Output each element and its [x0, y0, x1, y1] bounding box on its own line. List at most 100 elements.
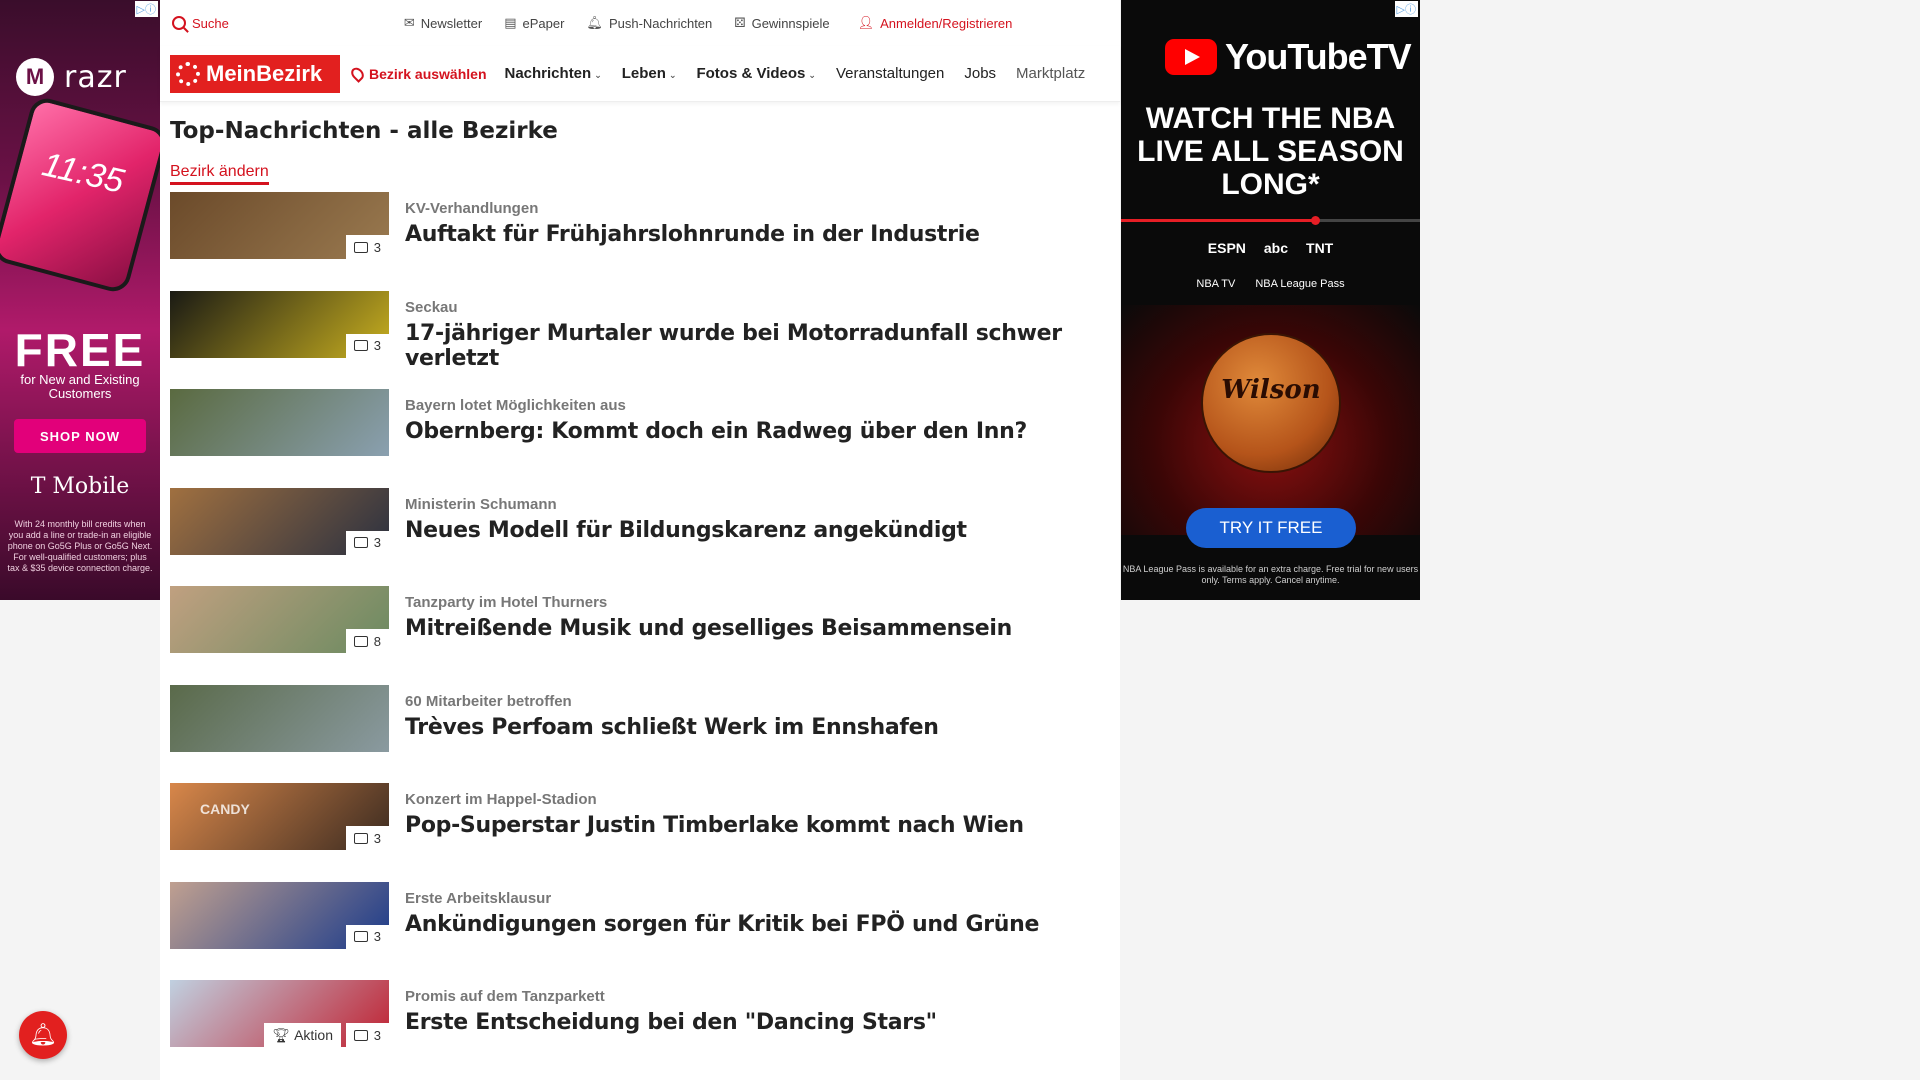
search-icon — [172, 16, 186, 30]
bell-icon: 🔔︎ — [29, 1022, 57, 1047]
photo-count: 3 — [373, 338, 381, 353]
shop-now-button[interactable]: SHOP NOW — [14, 419, 146, 453]
article-item[interactable]: 3 Seckau 17-jähriger Murtaler wurde bei Mo… — [170, 290, 1110, 390]
phone-clock: 11:35 — [38, 145, 128, 201]
ad-free-subtext: for New and Existing Customers — [20, 372, 140, 401]
gewinnspiele-link[interactable]: ⚄ Gewinnspiele — [734, 15, 829, 31]
search-link[interactable]: Suche — [172, 16, 229, 31]
newsletter-label: Newsletter — [420, 15, 483, 31]
nav-item-jobs[interactable]: Jobs — [964, 65, 996, 82]
article-headline[interactable]: Trèves Perfoam schließt Werk im Ennshafe… — [405, 715, 939, 740]
photo-count: 3 — [373, 830, 381, 846]
article-thumbnail[interactable]: 3 — [170, 487, 389, 555]
article-thumbnail[interactable]: 3 — [170, 192, 389, 259]
article-list: 3 KV-Verhandlungen Auftakt für Frühjahrslo… — [170, 192, 1110, 1079]
photo-count-badge: 3 — [345, 235, 389, 259]
gewinnspiele-label: Gewinnspiele — [751, 15, 830, 31]
location-pin-icon — [348, 64, 367, 83]
adchoices-icon[interactable]: ▷ⓘ — [134, 1, 158, 17]
user-icon: 👤︎ — [857, 15, 875, 30]
gallery-icon — [353, 931, 368, 942]
article-item[interactable]: 3 Ministerin Schumann Neues Modell für Bil… — [170, 487, 1110, 587]
gallery-icon — [353, 537, 368, 548]
article-headline[interactable]: Pop-Superstar Justin Timberlake kommt na… — [405, 813, 1024, 838]
newsletter-link[interactable]: ✉ Newsletter — [404, 15, 482, 31]
push-label: Push-Nachrichten — [608, 15, 713, 31]
youtube-tv-text: YouTubeTV — [1225, 36, 1412, 77]
article-kicker: Bayern lotet Möglichkeiten aus — [405, 397, 626, 414]
thumbnail-caption: CANDY — [200, 801, 250, 817]
article-text: Seckau 17-jähriger Murtaler wurde bei Mot… — [405, 291, 1110, 371]
article-headline[interactable]: 17-jähriger Murtaler wurde bei Motorradu… — [405, 321, 1110, 371]
meinbezirk-logo[interactable]: MeinBezirk — [170, 54, 340, 93]
epaper-label: ePaper — [522, 15, 565, 31]
article-thumbnail[interactable]: CANDY 3 — [170, 783, 389, 850]
ball-brand: Wilson — [1221, 375, 1321, 405]
try-it-free-button[interactable]: TRY IT FREE — [1186, 508, 1356, 548]
article-headline[interactable]: Neues Modell für Bildungskarenz angekünd… — [405, 518, 967, 543]
right-advertisement[interactable]: ▷ⓘ YouTubeTV WATCH THE NBA LIVE ALL SEAS… — [1121, 0, 1420, 600]
youtube-tv-logo: YouTubeTV — [1165, 36, 1412, 78]
nav-item-marktplatz[interactable]: Marktplatz — [1016, 65, 1085, 82]
article-text: Ministerin Schumann Neues Modell für Bild… — [405, 488, 967, 543]
aktion-badge: 🏆︎ Aktion — [264, 1023, 341, 1047]
login-link[interactable]: 👤︎ Anmelden/Registrieren — [858, 15, 1013, 31]
article-headline[interactable]: Ankündigungen sorgen für Kritik bei FPÖ … — [405, 912, 1039, 937]
notification-bell-button[interactable]: 🔔︎ — [19, 1011, 67, 1059]
epaper-link[interactable]: ▤ ePaper — [504, 15, 564, 31]
article-text: Bayern lotet Möglichkeiten aus Obernberg:… — [405, 389, 1027, 444]
article-item[interactable]: 8 Tanzparty im Hotel Thurners Mitreißende … — [170, 586, 1110, 685]
article-item[interactable]: 3 Erste Arbeitsklausur Ankündigungen sorge… — [170, 881, 1110, 981]
article-headline[interactable]: Auftakt für Frühjahrslohnrunde in der In… — [405, 222, 980, 247]
article-thumbnail[interactable]: 🏆︎ Aktion 3 — [170, 980, 389, 1047]
article-headline[interactable]: Mitreißende Musik und geselliges Beisamm… — [405, 616, 1012, 641]
photo-count-badge: 3 — [345, 1023, 389, 1047]
nba-tv-logo: NBA TV — [1196, 278, 1236, 290]
espn-logo: ESPN — [1207, 240, 1246, 256]
article-headline[interactable]: Obernberg: Kommt doch ein Radweg über de… — [405, 419, 1027, 444]
article-item[interactable]: Bayern lotet Möglichkeiten aus Obernberg:… — [170, 389, 1110, 488]
article-kicker: Erste Arbeitsklausur — [405, 889, 552, 907]
photo-count: 3 — [373, 929, 381, 944]
ad-progress-line — [1121, 216, 1420, 225]
article-kicker: 60 Mitarbeiter betroffen — [405, 692, 572, 710]
article-text: 60 Mitarbeiter betroffen Trèves Perfoam s… — [405, 685, 939, 740]
tnt-logo: TNT — [1306, 240, 1334, 256]
nav-item-nachrichten[interactable]: Nachrichten ⌄ — [505, 65, 602, 82]
article-text: Promis auf dem Tanzparkett Erste Entschei… — [405, 980, 937, 1035]
article-thumbnail[interactable]: 3 — [170, 881, 389, 949]
nav-item-veranstaltungen[interactable]: Veranstaltungen — [836, 65, 944, 82]
nav-item-leben[interactable]: Leben ⌄ — [622, 65, 677, 82]
article-headline[interactable]: Erste Entscheidung bei den "Dancing Star… — [405, 1010, 937, 1035]
article-kicker: Tanzparty im Hotel Thurners — [405, 594, 608, 611]
article-item[interactable]: 3 KV-Verhandlungen Auftakt für Frühjahrslo… — [170, 192, 1110, 291]
article-thumbnail[interactable]: 3 — [170, 290, 389, 358]
ad-free-text: FREE — [14, 324, 146, 376]
nav-links: Nachrichten ⌄ Leben ⌄ Fotos & Videos ⌄ Vera… — [505, 65, 1086, 82]
adchoices-icon[interactable]: ▷ⓘ — [1394, 1, 1418, 17]
utility-links: ✉ Newsletter ▤ ePaper 🔔︎ Push-Nachrichte… — [404, 15, 830, 31]
search-label: Suche — [192, 15, 229, 31]
article-thumbnail[interactable]: 8 — [170, 586, 389, 653]
photo-count-badge: 3 — [345, 826, 389, 850]
photo-count-badge: 3 — [345, 924, 389, 949]
nav-item-fotos-videos[interactable]: Fotos & Videos ⌄ — [696, 65, 815, 82]
photo-count: 8 — [373, 633, 381, 649]
change-bezirk-link[interactable]: Bezirk ändern — [170, 163, 269, 185]
main-content: Suche ✉ Newsletter ▤ ePaper 🔔︎ Push-Nach… — [160, 0, 1120, 1080]
top-utility-bar: Suche ✉ Newsletter ▤ ePaper 🔔︎ Push-Nach… — [160, 0, 1120, 46]
network-logos-secondary: NBA TV NBA League Pass — [1121, 278, 1420, 290]
chevron-down-icon: ⌄ — [808, 70, 816, 80]
ad-headline: WATCH THE NBA LIVE ALL SEASON LONG* — [1137, 102, 1404, 201]
left-advertisement[interactable]: ▷ⓘ M razr 11:35 FREE for New and Existin… — [0, 0, 160, 600]
article-item[interactable]: CANDY 3 Konzert im Happel-Stadion Pop-Super… — [170, 783, 1110, 882]
article-thumbnail[interactable] — [170, 684, 389, 752]
push-notifications-link[interactable]: 🔔︎ Push-Nachrichten — [586, 15, 712, 31]
main-navigation: MeinBezirk Bezirk auswählen Nachrichten ⌄… — [160, 46, 1120, 102]
ad-brand: razr — [64, 59, 127, 95]
phone-image: 11:35 — [0, 94, 160, 296]
bezirk-select-button[interactable]: Bezirk auswählen — [348, 64, 487, 83]
article-item[interactable]: 60 Mitarbeiter betroffen Trèves Perfoam s… — [170, 684, 1110, 784]
article-thumbnail[interactable] — [170, 389, 389, 456]
article-item[interactable]: 🏆︎ Aktion 3 Promis auf dem Tanzparkett Erste… — [170, 980, 1110, 1079]
